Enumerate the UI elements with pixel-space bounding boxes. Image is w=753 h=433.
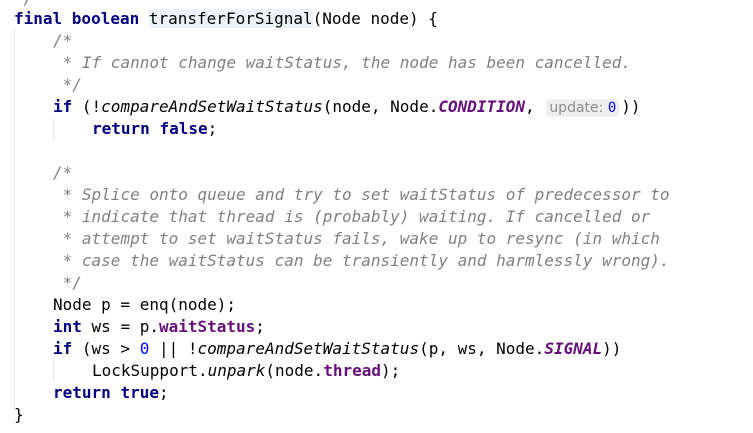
hint-value: 0 xyxy=(607,100,617,116)
comment-text: * attempt to set waitStatus fails, wake … xyxy=(62,229,660,248)
indent-guide xyxy=(53,360,54,382)
code-line-method-signature[interactable]: final boolean transferForSignal(Node nod… xyxy=(14,8,438,30)
comment-open: /* xyxy=(53,31,73,50)
constant-signal: SIGNAL xyxy=(544,339,603,358)
method-call[interactable]: unpark xyxy=(208,361,266,380)
constant-condition: CONDITION xyxy=(438,97,526,116)
code-text: (node, Node. xyxy=(322,97,439,116)
code-text: ; xyxy=(255,317,265,336)
code-text: (ws > xyxy=(72,339,140,358)
comment-text: * Splice onto queue and try to set waitS… xyxy=(62,185,670,204)
code-text: Node p = enq(node); xyxy=(53,295,237,314)
comment-text: * If cannot change waitStatus, the node … xyxy=(62,53,631,72)
keyword-if: if xyxy=(53,97,73,116)
code-line-node-p[interactable]: Node p = enq(node); xyxy=(53,294,236,316)
close-brace: } xyxy=(14,405,24,424)
comment-line: * attempt to set waitStatus fails, wake … xyxy=(53,228,660,250)
keyword-return: return xyxy=(53,383,111,402)
code-text: )) xyxy=(621,97,641,116)
code-text: )) xyxy=(602,339,622,358)
keyword-true: true xyxy=(120,383,159,402)
field-waitstatus: waitStatus xyxy=(158,317,256,336)
number-literal: 0 xyxy=(139,339,150,358)
code-text: || ! xyxy=(149,339,198,358)
hint-label: update: xyxy=(549,100,604,116)
code-line-if-ws[interactable]: if (ws > 0 || !compareAndSetWaitStatus(p… xyxy=(53,338,621,360)
code-text: ; xyxy=(207,119,218,138)
keyword-false: false xyxy=(159,119,208,138)
code-text: (node. xyxy=(265,361,324,380)
comment-line: * indicate that thread is (probably) wai… xyxy=(53,206,651,228)
method-call[interactable]: compareAndSetWaitStatus xyxy=(198,339,420,358)
indent-guide xyxy=(14,30,15,412)
comment-text: * indicate that thread is (probably) wai… xyxy=(62,207,651,226)
parameter-hint: update: 0 xyxy=(546,99,620,117)
code-line-unpark[interactable]: LockSupport.unpark(node.thread); xyxy=(92,360,400,382)
code-text: ; xyxy=(158,383,169,402)
code-text: ws = p. xyxy=(81,317,159,336)
comment-line: */ xyxy=(53,272,82,294)
comment-line: * Splice onto queue and try to set waitS… xyxy=(53,184,670,206)
comment-line: * If cannot change waitStatus, the node … xyxy=(53,52,631,74)
keyword-return: return xyxy=(92,119,150,138)
comment-text: * case the waitStatus can be transiently… xyxy=(62,251,670,270)
comment-line: */ xyxy=(53,74,82,96)
method-name[interactable]: transferForSignal xyxy=(148,9,313,28)
keyword-if: if xyxy=(53,339,73,358)
comment-line: /* xyxy=(53,30,72,52)
comment-close: */ xyxy=(14,0,33,8)
comment-line: * case the waitStatus can be transiently… xyxy=(53,250,670,272)
code-line-return-true[interactable]: return true; xyxy=(53,382,169,404)
method-call[interactable]: compareAndSetWaitStatus xyxy=(101,97,323,116)
code-line-if-condition[interactable]: if (!compareAndSetWaitStatus(node, Node.… xyxy=(53,96,641,118)
keyword-int: int xyxy=(53,317,82,336)
comment-close: */ xyxy=(62,273,82,292)
comment-open: /* xyxy=(53,163,73,182)
comment-close: */ xyxy=(62,75,82,94)
code-text: , xyxy=(525,97,535,116)
code-line-int-ws[interactable]: int ws = p.waitStatus; xyxy=(53,316,265,338)
keyword-final-boolean: final boolean xyxy=(14,9,140,28)
code-line-return-false[interactable]: return false; xyxy=(92,118,217,140)
indent-guide xyxy=(53,118,54,140)
method-params: (Node node) { xyxy=(312,9,438,28)
code-line-close-brace[interactable]: } xyxy=(14,404,24,426)
code-editor[interactable]: */ final boolean transferForSignal(Node … xyxy=(0,0,753,433)
comment-line: /* xyxy=(53,162,72,184)
class-name: LockSupport. xyxy=(92,361,208,380)
code-text: (! xyxy=(72,97,102,116)
field-thread: thread xyxy=(323,361,381,380)
code-text: (p, ws, Node. xyxy=(419,339,545,358)
code-text: ); xyxy=(380,361,401,380)
